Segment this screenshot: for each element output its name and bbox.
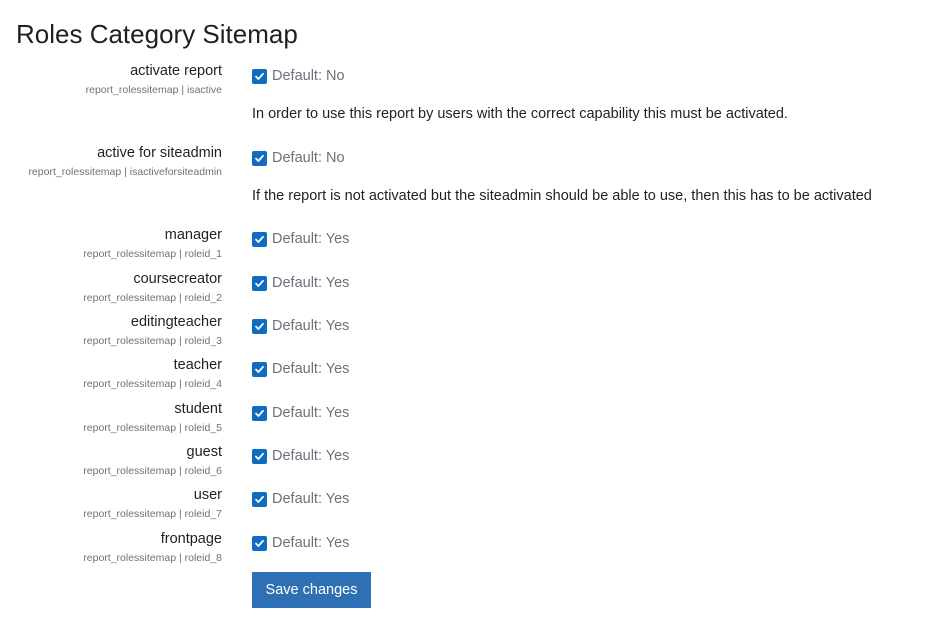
checkmark-icon <box>255 365 264 373</box>
setting-label: active for siteadmin report_rolessitemap… <box>0 144 222 179</box>
setting-description: If the report is not activated but the s… <box>252 188 872 204</box>
checkbox-row: Default: Yes <box>252 273 912 293</box>
default-value: Default: Yes <box>272 535 350 551</box>
checkbox-student[interactable] <box>252 405 267 421</box>
setting-label: guest report_rolessitemap | roleid_6 <box>0 443 222 478</box>
checkmark-icon <box>255 495 264 503</box>
checkbox-active-for-siteadmin[interactable] <box>252 150 267 166</box>
default-value: Default: Yes <box>272 361 350 377</box>
checkmark-icon <box>255 72 264 80</box>
setting-name: frontpage <box>160 531 222 547</box>
checkbox-row: Default: Yes <box>252 403 912 423</box>
setting-label: student report_rolessitemap | roleid_5 <box>0 400 222 435</box>
setting-control: Default: Yes <box>252 533 912 553</box>
checkbox-teacher[interactable] <box>252 361 267 377</box>
setting-control: Default: No If the report is not activat… <box>252 148 912 206</box>
setting-id: report_rolessitemap | roleid_5 <box>83 422 222 434</box>
checkbox-row: Default: No <box>252 148 912 168</box>
setting-control: Default: Yes <box>252 446 912 466</box>
setting-id: report_rolessitemap | isactive <box>85 84 222 96</box>
setting-id: report_rolessitemap | roleid_7 <box>83 508 222 520</box>
default-value: Default: Yes <box>272 231 350 247</box>
checkmark-icon <box>255 235 264 243</box>
checkmark-icon <box>255 452 264 460</box>
setting-name: manager <box>164 227 222 243</box>
checkbox-frontpage[interactable] <box>252 535 267 551</box>
checkbox-row: Default: Yes <box>252 316 912 336</box>
setting-id: report_rolessitemap | roleid_8 <box>83 552 222 564</box>
setting-id: report_rolessitemap | roleid_2 <box>83 292 222 304</box>
setting-name: user <box>193 487 222 503</box>
default-value: Default: No <box>272 150 345 166</box>
checkbox-row: Default: Yes <box>252 533 912 553</box>
default-value: Default: Yes <box>272 405 350 421</box>
setting-label: manager report_rolessitemap | roleid_1 <box>0 226 222 261</box>
checkmark-icon <box>255 539 264 547</box>
setting-name: teacher <box>173 357 222 373</box>
default-value: Default: Yes <box>272 448 350 464</box>
setting-label: activate report report_rolessitemap | is… <box>0 62 222 97</box>
checkmark-icon <box>255 154 264 162</box>
checkmark-icon <box>255 322 264 330</box>
setting-control: Default: Yes <box>252 359 912 379</box>
default-value: Default: No <box>272 68 345 84</box>
setting-name: guest <box>186 444 222 460</box>
checkbox-row: Default: Yes <box>252 359 912 379</box>
setting-control: Default: Yes <box>252 273 912 293</box>
checkbox-row: Default: Yes <box>252 446 912 466</box>
checkbox-guest[interactable] <box>252 448 267 464</box>
setting-label: frontpage report_rolessitemap | roleid_8 <box>0 530 222 565</box>
checkbox-activate-report[interactable] <box>252 68 267 84</box>
setting-id: report_rolessitemap | isactiveforsiteadm… <box>28 166 222 178</box>
setting-name: editingteacher <box>130 314 222 330</box>
setting-id: report_rolessitemap | roleid_1 <box>83 248 222 260</box>
setting-label: coursecreator report_rolessitemap | role… <box>0 270 222 305</box>
checkbox-row: Default: Yes <box>252 229 912 249</box>
setting-name: student <box>174 401 222 417</box>
setting-description: In order to use this report by users wit… <box>252 106 788 122</box>
setting-label: editingteacher report_rolessitemap | rol… <box>0 313 222 348</box>
setting-id: report_rolessitemap | roleid_4 <box>83 378 222 390</box>
save-changes-button[interactable]: Save changes <box>252 572 371 608</box>
checkbox-editingteacher[interactable] <box>252 318 267 334</box>
checkbox-user[interactable] <box>252 491 267 507</box>
checkbox-manager[interactable] <box>252 231 267 247</box>
settings-page: Roles Category Sitemap activate report r… <box>0 0 928 626</box>
default-value: Default: Yes <box>272 275 350 291</box>
setting-name: coursecreator <box>133 271 222 287</box>
checkbox-row: Default: Yes <box>252 489 912 509</box>
setting-name: active for siteadmin <box>97 145 222 161</box>
checkbox-row: Default: No <box>252 66 912 86</box>
setting-id: report_rolessitemap | roleid_3 <box>83 335 222 347</box>
page-title: Roles Category Sitemap <box>16 19 298 49</box>
setting-label: teacher report_rolessitemap | roleid_4 <box>0 356 222 391</box>
setting-id: report_rolessitemap | roleid_6 <box>83 465 222 477</box>
default-value: Default: Yes <box>272 491 350 507</box>
setting-control: Default: Yes <box>252 316 912 336</box>
setting-control: Default: Yes <box>252 229 912 249</box>
checkbox-coursecreator[interactable] <box>252 275 267 291</box>
setting-name: activate report <box>130 63 222 79</box>
checkmark-icon <box>255 409 264 417</box>
default-value: Default: Yes <box>272 318 350 334</box>
setting-control: Default: Yes <box>252 403 912 423</box>
setting-control: Default: No In order to use this report … <box>252 66 912 124</box>
setting-control: Default: Yes <box>252 489 912 509</box>
setting-label: user report_rolessitemap | roleid_7 <box>0 486 222 521</box>
checkmark-icon <box>255 279 264 287</box>
